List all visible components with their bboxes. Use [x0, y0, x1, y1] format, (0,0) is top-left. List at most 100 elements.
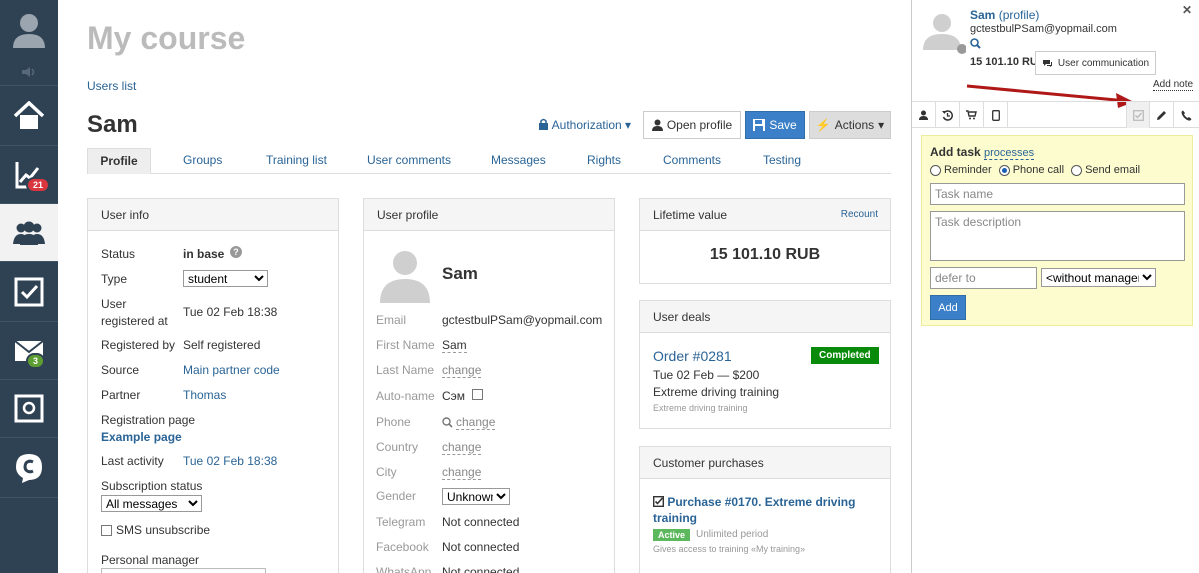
rp-search[interactable]	[970, 38, 981, 52]
nav-sound[interactable]	[0, 58, 58, 86]
telegram-label: Telegram	[376, 515, 426, 529]
actions-button[interactable]: ⚡ Actions ▾	[809, 111, 891, 139]
tab-testing[interactable]: Testing	[763, 148, 801, 174]
mail-badge: 3	[26, 353, 46, 369]
order-link[interactable]: Order #0281	[653, 348, 732, 364]
nav-stats[interactable]: 21	[0, 146, 58, 204]
send-email-label: Send email	[1085, 164, 1141, 176]
task-type-radios: Reminder Phone call Send email	[930, 164, 1140, 176]
authorization-dropdown[interactable]: Authorization ▾	[538, 118, 631, 132]
nav-chat[interactable]	[0, 438, 58, 498]
profile-tabs: Profile Groups Training list User commen…	[87, 148, 891, 174]
processes-link[interactable]: processes	[984, 147, 1035, 160]
help-icon[interactable]: ?	[230, 246, 242, 258]
tab-messages[interactable]: Messages	[491, 148, 546, 174]
completed-badge: Completed	[811, 347, 879, 364]
deal-product: Extreme driving training	[653, 385, 780, 399]
rp-tab-phone[interactable]	[1174, 102, 1198, 128]
user-info-panel: User info Status in base ? Type student …	[87, 198, 339, 573]
manager-select[interactable]: <without manager>	[1041, 268, 1156, 287]
telegram-value: Not connected	[442, 515, 520, 529]
rp-tab-person[interactable]	[912, 102, 936, 128]
users-icon	[13, 221, 45, 245]
lightning-icon: ⚡	[815, 118, 831, 132]
nav-mail[interactable]: 3	[0, 322, 58, 380]
sound-icon	[22, 66, 35, 77]
purchase-link[interactable]: Purchase #0170. Extreme driving training	[653, 495, 855, 525]
tab-comments[interactable]: Comments	[663, 148, 721, 174]
registration-page-link[interactable]: Example page	[101, 430, 182, 444]
recount-link[interactable]: Recount	[841, 199, 878, 231]
add-note-link[interactable]: Add note	[1153, 79, 1194, 91]
country-change[interactable]: change	[442, 440, 482, 455]
defer-to-input[interactable]: defer to	[930, 267, 1037, 289]
add-task-form: Add task processes Reminder Phone call S…	[921, 135, 1193, 326]
nav-tasks[interactable]	[0, 262, 58, 322]
sms-unsubscribe-checkbox[interactable]	[101, 524, 112, 536]
reminder-label: Reminder	[944, 164, 992, 176]
avatar-placeholder-icon	[376, 245, 434, 303]
nav-home[interactable]	[0, 86, 58, 146]
subscription-select[interactable]: All messages	[101, 495, 202, 512]
last-activity-link[interactable]: Tue 02 Feb 18:38	[183, 454, 277, 468]
partner-link[interactable]: Thomas	[183, 388, 226, 402]
city-label: City	[376, 465, 397, 479]
tab-groups[interactable]: Groups	[183, 148, 222, 174]
add-task-button[interactable]: Add	[930, 295, 966, 320]
last-name-change[interactable]: change	[442, 363, 482, 378]
rp-tab-history[interactable]	[936, 102, 960, 128]
phone-icon	[1181, 110, 1191, 121]
tab-rights[interactable]: Rights	[587, 148, 621, 174]
user-deals-panel: User deals Order #0281 Completed Tue 02 …	[639, 300, 891, 429]
rp-tab-cart[interactable]	[960, 102, 984, 128]
country-label: Country	[376, 440, 419, 454]
city-change[interactable]: change	[442, 465, 482, 480]
task-description-input[interactable]: Task description	[930, 211, 1185, 261]
add-task-header: Add task processes	[930, 145, 1035, 160]
rp-tab-mobile[interactable]	[984, 102, 1008, 128]
partner-label: Partner	[101, 388, 141, 402]
open-profile-button[interactable]: Open profile	[643, 111, 741, 139]
cart-icon	[966, 110, 977, 120]
user-avatar-icon	[13, 14, 45, 48]
rp-tab-task[interactable]	[1126, 102, 1150, 128]
close-icon[interactable]: ✕	[1182, 3, 1192, 17]
user-profile-title: User profile	[364, 199, 614, 231]
type-select[interactable]: student	[183, 270, 268, 287]
rp-user-name[interactable]: Sam	[970, 8, 995, 22]
mobile-icon	[991, 109, 1000, 121]
active-badge: Active	[653, 529, 691, 541]
tab-user-comments[interactable]: User comments	[367, 148, 451, 174]
phone-call-label: Phone call	[1012, 164, 1065, 176]
nav-users[interactable]	[0, 204, 58, 262]
first-name-value[interactable]: Sam	[442, 338, 467, 353]
add-task-title: Add task	[930, 145, 981, 159]
customer-purchases-title: Customer purchases	[640, 447, 890, 479]
auto-name-label: Auto-name	[376, 389, 435, 403]
phone-change[interactable]: change	[456, 415, 496, 430]
rp-profile-link[interactable]: (profile)	[999, 8, 1040, 22]
tab-profile[interactable]: Profile	[87, 148, 151, 174]
status-label: Status	[101, 247, 136, 261]
task-name-input[interactable]: Task name	[930, 183, 1185, 205]
rp-avatar	[922, 10, 967, 57]
source-link[interactable]: Main partner code	[183, 363, 280, 377]
phone-call-radio[interactable]	[998, 164, 1010, 176]
users-list-link[interactable]: Users list	[87, 79, 136, 93]
gender-select[interactable]: Unknown	[442, 488, 510, 505]
nav-safe[interactable]	[0, 380, 58, 438]
personal-manager-select[interactable]	[101, 568, 266, 573]
tab-training-list[interactable]: Training list	[266, 148, 327, 174]
save-button[interactable]: Save	[745, 111, 805, 139]
lifetime-value-panel: Lifetime value Recount 15 101.10 RUB	[639, 198, 891, 284]
auto-name-value: Сэм	[442, 389, 466, 403]
safe-icon	[14, 394, 44, 422]
rp-tab-pencil[interactable]	[1150, 102, 1174, 128]
sms-unsubscribe-row: SMS unsubscribe	[101, 523, 210, 537]
open-profile-label: Open profile	[666, 118, 733, 132]
auto-name-checkbox[interactable]	[472, 389, 483, 400]
user-communication-button[interactable]: User communication	[1035, 51, 1156, 75]
nav-avatar[interactable]	[0, 0, 58, 58]
send-email-radio[interactable]	[1071, 164, 1083, 176]
reminder-radio[interactable]	[930, 164, 941, 176]
